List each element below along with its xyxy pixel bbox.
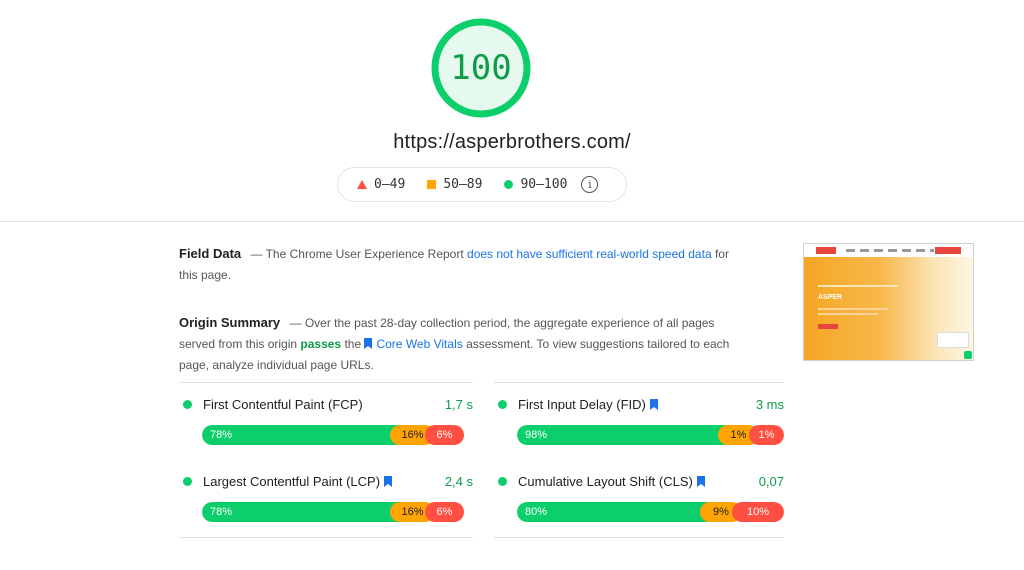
square-icon xyxy=(427,180,437,189)
bar-poor: 6% xyxy=(425,502,464,522)
metric-name: Largest Contentful Paint (LCP) xyxy=(203,474,445,489)
legend-item-poor: 0–49 xyxy=(357,177,405,192)
score-legend: 0–49 50–89 90–100 i xyxy=(337,167,627,202)
origin-summary-the: the xyxy=(344,337,362,351)
legend-label-average: 50–89 xyxy=(443,177,483,192)
bar-poor: 10% xyxy=(732,502,784,522)
thumbnail-line xyxy=(818,313,878,315)
bookmark-icon xyxy=(384,475,393,487)
score-value: 100 xyxy=(450,48,512,88)
distribution-bar: 78% 16% 6% xyxy=(202,425,473,445)
bookmark-icon xyxy=(696,475,705,487)
field-data-title: Field Data xyxy=(179,246,242,261)
thumbnail-title: ASPER xyxy=(818,294,843,301)
field-data-text: — The Chrome User Experience Report xyxy=(250,247,464,261)
metric-name: Cumulative Layout Shift (CLS) xyxy=(518,474,759,489)
metric-lcp: Largest Contentful Paint (LCP) 2,4 s 78%… xyxy=(179,471,473,522)
info-icon[interactable]: i xyxy=(581,176,599,193)
bookmark-icon xyxy=(649,398,658,410)
origin-summary-title: Origin Summary xyxy=(179,315,281,330)
core-web-vitals-label: Core Web Vitals xyxy=(376,337,463,351)
thumbnail-cta xyxy=(935,247,961,254)
distribution-bar: 78% 16% 6% xyxy=(202,502,473,522)
header-divider xyxy=(0,221,1024,222)
origin-summary-section: Origin Summary — Over the past 28-day co… xyxy=(179,312,739,376)
bar-good: 78% xyxy=(202,502,400,522)
metrics-divider xyxy=(179,537,473,538)
thumbnail-subtitle xyxy=(818,285,898,287)
metric-fcp: First Contentful Paint (FCP) 1,7 s 78% 1… xyxy=(179,394,473,445)
legend-item-good: 90–100 xyxy=(504,177,567,192)
legend-item-average: 50–89 xyxy=(427,177,482,192)
metric-value: 0,07 xyxy=(758,473,784,489)
thumbnail-logo xyxy=(816,247,836,254)
bar-good: 98% xyxy=(517,425,728,445)
metric-cls: Cumulative Layout Shift (CLS) 0,07 80% 9… xyxy=(494,471,784,522)
metric-label: First Input Delay (FID) xyxy=(518,396,646,412)
score-gauge: 100 xyxy=(430,17,532,119)
bar-good: 78% xyxy=(202,425,400,445)
thumbnail-card xyxy=(937,332,969,348)
metric-name: First Contentful Paint (FCP) xyxy=(203,397,445,412)
thumbnail-navbar xyxy=(804,244,973,257)
metrics-divider xyxy=(494,537,784,538)
field-data-link[interactable]: does not have sufficient real-world spee… xyxy=(467,247,712,261)
metric-label: Largest Contentful Paint (LCP) xyxy=(203,473,381,489)
bookmark-icon xyxy=(364,338,373,349)
metrics-divider xyxy=(179,382,473,383)
triangle-icon xyxy=(357,180,367,189)
good-status-icon xyxy=(498,399,507,409)
legend-label-good: 90–100 xyxy=(520,177,568,192)
good-status-icon xyxy=(498,476,507,486)
core-web-vitals-link[interactable]: Core Web Vitals xyxy=(364,337,463,351)
thumbnail-chat-icon xyxy=(964,351,972,359)
good-status-icon xyxy=(183,399,192,409)
page-screenshot-thumbnail[interactable]: ASPER xyxy=(803,243,974,361)
bar-good: 80% xyxy=(517,502,710,522)
metric-name: First Input Delay (FID) xyxy=(518,397,756,412)
distribution-bar: 80% 9% 10% xyxy=(517,502,784,522)
page-url: https://asperbrothers.com/ xyxy=(393,131,631,153)
metrics-divider xyxy=(494,382,784,383)
metric-label: Cumulative Layout Shift (CLS) xyxy=(518,473,693,489)
thumbnail-nav-links xyxy=(846,249,934,252)
metric-label: First Contentful Paint (FCP) xyxy=(203,396,363,412)
distribution-bar: 98% 1% 1% xyxy=(517,425,784,445)
bar-poor: 1% xyxy=(749,425,784,445)
passes-label: passes xyxy=(300,337,342,351)
metric-value: 2,4 s xyxy=(444,473,473,489)
metric-value: 3 ms xyxy=(755,396,784,412)
thumbnail-line xyxy=(818,308,888,310)
thumbnail-button xyxy=(818,324,838,329)
bar-poor: 6% xyxy=(425,425,464,445)
circle-icon xyxy=(504,180,514,189)
good-status-icon xyxy=(183,476,192,486)
field-data-section: Field Data — The Chrome User Experience … xyxy=(179,243,739,286)
metric-fid: First Input Delay (FID) 3 ms 98% 1% 1% xyxy=(494,394,784,445)
legend-label-poor: 0–49 xyxy=(374,177,406,192)
metric-value: 1,7 s xyxy=(444,396,473,412)
